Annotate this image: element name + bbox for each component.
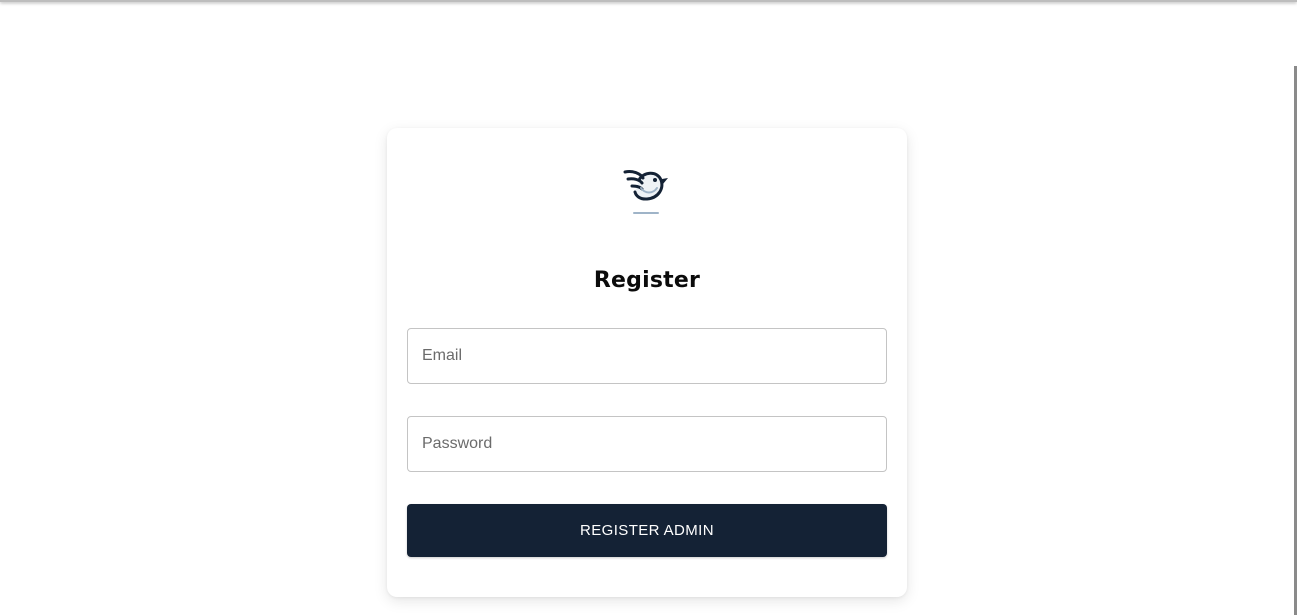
logo-underline (633, 212, 659, 214)
password-input[interactable] (408, 417, 886, 471)
bird-logo-icon (623, 166, 671, 206)
page-title: Register (593, 268, 701, 293)
register-admin-button[interactable]: REGISTER ADMIN (407, 504, 887, 557)
email-field[interactable] (407, 328, 887, 384)
register-card: Register REGISTER ADMIN (387, 128, 907, 597)
email-input[interactable] (408, 329, 886, 383)
top-edge-shadow (0, 0, 1297, 2)
password-field[interactable] (407, 416, 887, 472)
